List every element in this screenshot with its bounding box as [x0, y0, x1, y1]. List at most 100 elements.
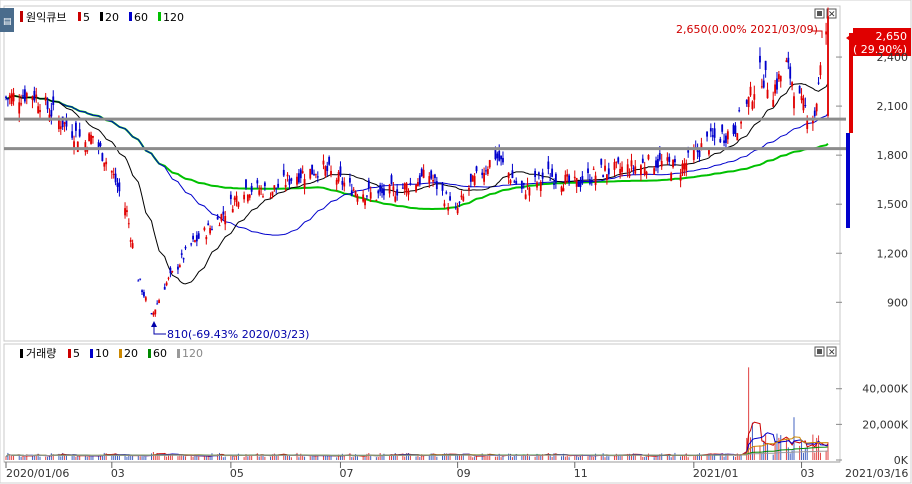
candle-body: [20, 103, 23, 105]
candle-body: [375, 199, 378, 201]
candle-body: [422, 169, 425, 178]
candle-body: [301, 171, 304, 174]
volume-legend-swatch-120: [177, 349, 180, 358]
candle-body: [262, 196, 264, 198]
candle-body: [143, 291, 145, 297]
candle-body: [568, 175, 571, 182]
candle-body: [401, 187, 404, 189]
candle-body: [432, 179, 434, 182]
candle-body: [804, 105, 807, 107]
candle-body: [732, 124, 735, 135]
candle-body: [339, 166, 342, 176]
candle-body: [313, 173, 315, 176]
candle-body: [218, 225, 221, 227]
stock-chart: ▤ 원익큐브 5 20 60 120 ✕ ✕ 2,650(0.00% 2021/03/…: [0, 0, 912, 484]
candle-body: [749, 86, 752, 96]
candle-body: [245, 179, 247, 188]
candle-body: [577, 182, 580, 187]
candle-body: [194, 240, 196, 242]
candle-body: [322, 160, 325, 165]
volume-legend-item-10: 10: [95, 347, 109, 360]
candle-body: [655, 160, 657, 168]
candle-body: [579, 182, 582, 188]
candle-body: [592, 168, 595, 170]
candle-body: [640, 165, 642, 176]
candle-body: [139, 278, 142, 280]
candle-body: [277, 183, 280, 188]
candle-body: [634, 166, 637, 174]
candle-body: [524, 194, 527, 199]
candle-body: [736, 133, 739, 141]
candle-body: [59, 126, 62, 129]
candle-body: [496, 153, 499, 159]
candle-body: [632, 167, 635, 169]
volume-tick-label: 40,000K: [862, 383, 908, 396]
candle-body: [326, 165, 329, 171]
candle-body: [392, 186, 395, 191]
candle-body: [103, 162, 106, 167]
candle-body: [314, 174, 317, 176]
candle-body: [626, 164, 629, 173]
candle-body: [328, 157, 331, 165]
candle-body: [815, 103, 818, 112]
candle-body: [311, 164, 314, 175]
candle-body: [84, 142, 87, 152]
price-tick-label: 2,400: [877, 51, 909, 64]
candle-body: [766, 89, 769, 99]
candle-body: [721, 124, 724, 132]
candle-body: [286, 174, 289, 177]
candle-body: [381, 188, 383, 194]
candle-body: [613, 162, 616, 170]
candle-body: [284, 184, 287, 188]
x-tick-label: 2020/01/06: [6, 467, 69, 480]
candle-body: [726, 131, 729, 140]
candle-body: [379, 184, 382, 192]
volume-legend-item-20: 20: [124, 347, 138, 360]
candle-body: [607, 168, 610, 175]
candle-body: [260, 188, 263, 190]
candle-body: [777, 74, 780, 80]
candle-body: [562, 188, 565, 192]
candle-body: [195, 235, 198, 242]
candle-body: [273, 185, 276, 189]
candle-body: [658, 152, 661, 160]
legend-marker: [20, 11, 23, 22]
candle-body: [52, 96, 55, 105]
candle-body: [383, 188, 385, 196]
candle-body: [129, 239, 132, 242]
candle-body: [243, 194, 246, 200]
close-icon-glyph: ✕: [828, 10, 836, 20]
candle-body: [118, 182, 121, 192]
candle-body: [290, 178, 293, 181]
candle-body: [668, 156, 671, 163]
candle-body: [39, 109, 41, 113]
candle-body: [573, 176, 576, 179]
candle-body: [536, 182, 538, 188]
candle-body: [643, 167, 646, 175]
candle-body: [522, 182, 525, 185]
candle-body: [177, 266, 179, 270]
x-tick-label: 05: [230, 467, 244, 480]
candle-body: [647, 154, 650, 160]
candle-body: [468, 188, 470, 190]
candle-body: [110, 171, 113, 173]
candle-body: [740, 121, 742, 124]
legend-swatch-60: [129, 12, 132, 21]
candle-body: [309, 168, 312, 179]
candle-body: [528, 187, 531, 196]
legend-item-20: 20: [105, 11, 119, 24]
candle-body: [581, 176, 584, 184]
candle-body: [23, 89, 26, 102]
candle-body: [670, 173, 673, 181]
candle-body: [171, 271, 174, 273]
candle-body: [745, 100, 748, 104]
candle-body: [494, 149, 497, 160]
candle-body: [817, 82, 820, 84]
candle-body: [46, 101, 49, 110]
candle-body: [367, 180, 370, 189]
candle-body: [819, 65, 822, 76]
volume-minimize-glyph: [817, 349, 822, 354]
volume-legend-item-5: 5: [73, 347, 80, 360]
volume-panel-frame: [3, 343, 841, 463]
candle-body: [751, 101, 754, 110]
